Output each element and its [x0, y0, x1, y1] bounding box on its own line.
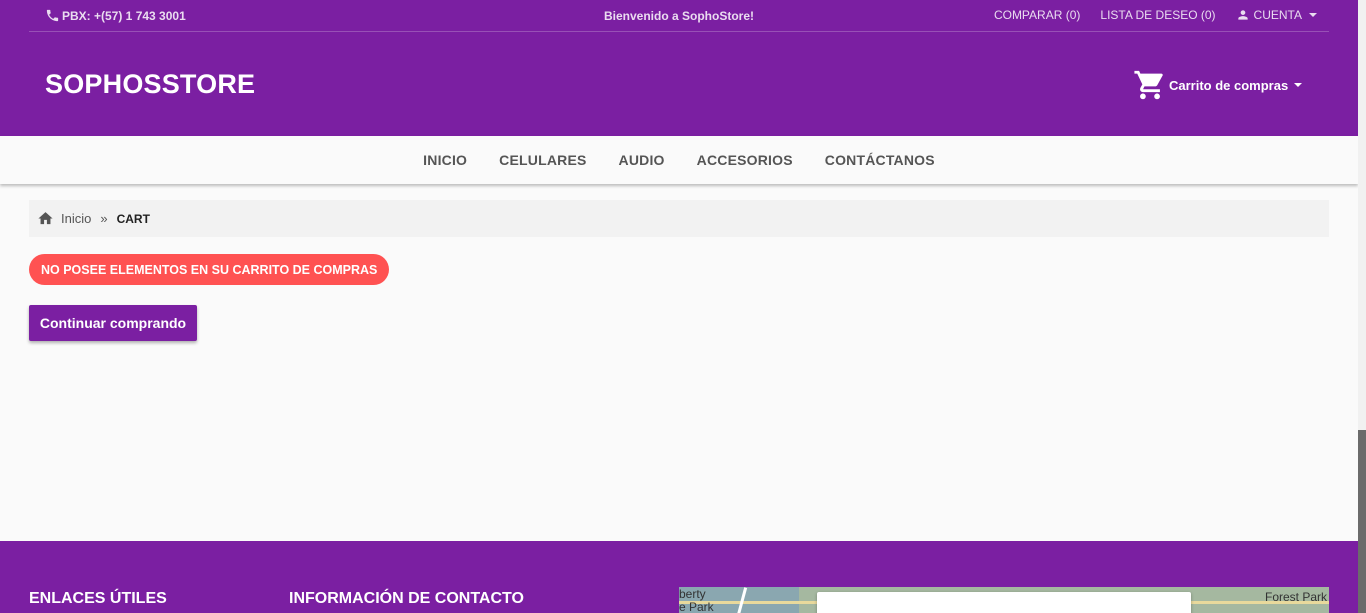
site-footer: ENLACES ÚTILES INFORMACIÓN DE CONTACTO b… [0, 541, 1358, 613]
account-menu[interactable]: CUENTA [1236, 8, 1317, 22]
nav-item-inicio[interactable]: INICIO [423, 152, 467, 168]
nav-item-accesorios[interactable]: ACCESORIOS [697, 152, 793, 168]
breadcrumb: Inicio » CART [29, 200, 1329, 237]
footer-useful-links-heading: ENLACES ÚTILES [29, 590, 167, 607]
breadcrumb-home[interactable]: Inicio [61, 211, 91, 226]
person-icon [1237, 10, 1248, 20]
top-links: COMPARAR (0) LISTA DE DESEO (0) CUENTA [994, 8, 1317, 22]
page: PBX: +(57) 1 743 3001 Bienvenido a Sopho… [0, 0, 1358, 613]
cart-button[interactable]: Carrito de compras [1133, 68, 1303, 102]
site-header: PBX: +(57) 1 743 3001 Bienvenido a Sopho… [0, 0, 1358, 136]
cart-label: Carrito de compras [1169, 77, 1289, 93]
home-icon[interactable] [37, 210, 54, 227]
top-bar: PBX: +(57) 1 743 3001 Bienvenido a Sopho… [29, 0, 1329, 32]
caret-down-icon [1309, 13, 1317, 17]
nav-item-contactanos[interactable]: CONTÁCTANOS [825, 152, 935, 168]
shopping-cart-icon [1134, 70, 1163, 100]
nav-item-celulares[interactable]: CELULARES [499, 152, 586, 168]
scrollbar-thumb[interactable] [1358, 430, 1366, 613]
account-label: CUENTA [1253, 8, 1302, 22]
footer-contact-heading: INFORMACIÓN DE CONTACTO [289, 590, 524, 607]
breadcrumb-current: CART [116, 211, 150, 226]
continue-shopping-button[interactable]: Continuar comprando [29, 305, 197, 341]
nav-item-audio[interactable]: AUDIO [619, 152, 665, 168]
page-scrollbar[interactable] [1358, 0, 1366, 613]
caret-down-icon [1294, 83, 1303, 87]
site-logo[interactable]: SOPHOSSTORE [45, 69, 255, 100]
map-label-left: berty e Park [679, 587, 714, 613]
map-label-right: Forest Park [1264, 590, 1327, 604]
main-nav: INICIO CELULARES AUDIO ACCESORIOS CONTÁC… [0, 136, 1358, 184]
breadcrumb-separator: » [100, 211, 108, 226]
empty-cart-alert: NO POSEE ELEMENTOS EN SU CARRITO DE COMP… [29, 254, 390, 285]
map-info-card[interactable] [817, 592, 1191, 613]
compare-link[interactable]: COMPARAR (0) [994, 8, 1080, 22]
wishlist-link[interactable]: LISTA DE DESEO (0) [1100, 8, 1215, 22]
location-map[interactable]: berty e Park Forest Park [679, 587, 1329, 613]
